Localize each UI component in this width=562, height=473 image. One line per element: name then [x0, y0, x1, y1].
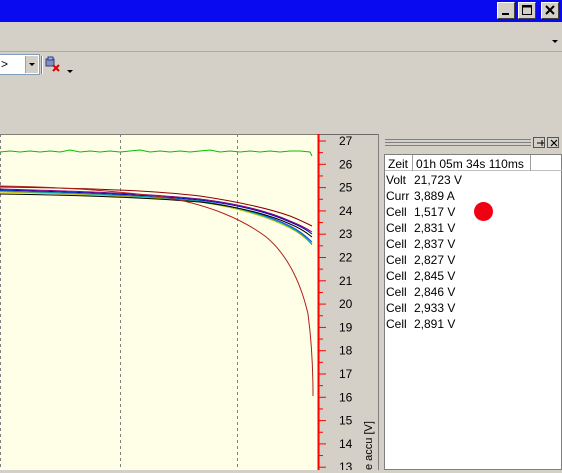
port-combo-value: >	[1, 57, 9, 71]
voltage-chart: 27 26 25 24 23 22 21 20 19 18 17 16 15 14 13 e accu [V…	[0, 133, 378, 473]
value-label: Cell	[386, 285, 407, 299]
value-reading: 2,827 V	[414, 253, 456, 267]
value-reading: 2,891 V	[414, 317, 456, 331]
value-label: Cell	[386, 301, 407, 315]
value-label: Cell	[386, 253, 407, 267]
plot-background	[0, 134, 318, 470]
y-tick-label: 27	[339, 134, 353, 148]
value-reading: 2,837 V	[414, 237, 456, 251]
y-tick-label: 16	[339, 390, 353, 404]
pin-icon	[537, 140, 544, 146]
value-reading: 21,723 V	[414, 173, 463, 187]
toolbar: >	[0, 52, 562, 80]
value-label: Volt	[386, 173, 407, 187]
close-button[interactable]	[541, 2, 559, 19]
time-row: Zeit 01h 05m 34s 110ms	[385, 155, 562, 171]
y-tick-label: 15	[339, 414, 353, 428]
close-icon	[545, 5, 555, 15]
list-item: Volt 21,723 V	[385, 172, 562, 188]
menubar	[0, 22, 562, 52]
value-reading: 3,889 A	[414, 189, 455, 203]
y-tick-label: 18	[339, 344, 353, 358]
list-item: Cell 2,837 V	[385, 236, 562, 252]
y-tick-label: 25	[339, 181, 353, 195]
column-divider	[530, 155, 531, 171]
list-item: Cell 2,845 V	[385, 268, 562, 284]
list-item: Cell 2,831 V	[385, 220, 562, 236]
y-tick-label: 17	[339, 367, 353, 381]
chart-area: 27 26 25 24 23 22 21 20 19 18 17 16 15 14 13 e accu [V…	[0, 133, 378, 473]
list-item: Cell 2,933 V	[385, 300, 562, 316]
value-reading: 2,846 V	[414, 285, 456, 299]
value-label: Curr	[386, 189, 410, 203]
chevron-down-icon[interactable]	[25, 56, 38, 73]
panel-close-button[interactable]	[547, 137, 559, 148]
maximize-button[interactable]	[518, 2, 536, 19]
value-label: Cell	[386, 269, 407, 283]
alert-indicator	[474, 202, 493, 221]
minimize-icon	[502, 13, 509, 15]
list-item: Curr 3,889 A	[385, 188, 562, 204]
y-tick-label: 14	[339, 437, 353, 451]
value-label: Cell	[386, 221, 407, 235]
window-titlebar	[0, 0, 562, 22]
column-divider	[412, 155, 413, 171]
pin-button[interactable]	[533, 137, 545, 148]
list-item: Cell 2,827 V	[385, 252, 562, 268]
live-values-panel: Zeit 01h 05m 34s 110ms Volt 21,723 V Curr 3…	[378, 134, 562, 470]
port-combo[interactable]: >	[0, 54, 40, 75]
y-axis-ticks: 27 26 25 24 23 22 21 20 19 18 17 16 15 14 13	[319, 134, 353, 473]
list-item: Cell 2,891 V	[385, 316, 562, 332]
value-reading: 1,517 V	[414, 205, 456, 219]
maximize-icon	[522, 5, 532, 15]
chevron-down-icon[interactable]	[552, 40, 558, 43]
list-item: Cell 2,846 V	[385, 284, 562, 300]
y-tick-label: 19	[339, 320, 353, 334]
values-list: Zeit 01h 05m 34s 110ms Volt 21,723 V Curr 3…	[384, 154, 562, 470]
y-tick-label: 13	[339, 460, 353, 470]
drag-grip[interactable]	[385, 139, 531, 146]
y-tick-label: 26	[339, 157, 353, 171]
value-label: Cell	[386, 237, 407, 251]
value-label: Cell	[386, 317, 407, 331]
value-reading: 2,933 V	[414, 301, 456, 315]
panel-header	[379, 134, 562, 151]
y-tick-label: 23	[339, 227, 353, 241]
y-tick-label: 20	[339, 297, 353, 311]
y-tick-label: 22	[339, 251, 353, 265]
time-value: 01h 05m 34s 110ms	[416, 157, 524, 171]
value-reading: 2,831 V	[414, 221, 456, 235]
time-label: Zeit	[388, 157, 409, 171]
minimize-button[interactable]	[497, 2, 515, 19]
value-reading: 2,845 V	[414, 269, 456, 283]
y-tick-label: 24	[339, 204, 353, 218]
y-tick-label: 21	[339, 274, 353, 288]
value-label: Cell	[386, 205, 407, 219]
close-icon	[550, 139, 558, 147]
disconnect-button[interactable]	[43, 54, 75, 78]
y-axis-label: e accu [V]	[363, 421, 375, 470]
disconnect-icon	[45, 56, 73, 73]
